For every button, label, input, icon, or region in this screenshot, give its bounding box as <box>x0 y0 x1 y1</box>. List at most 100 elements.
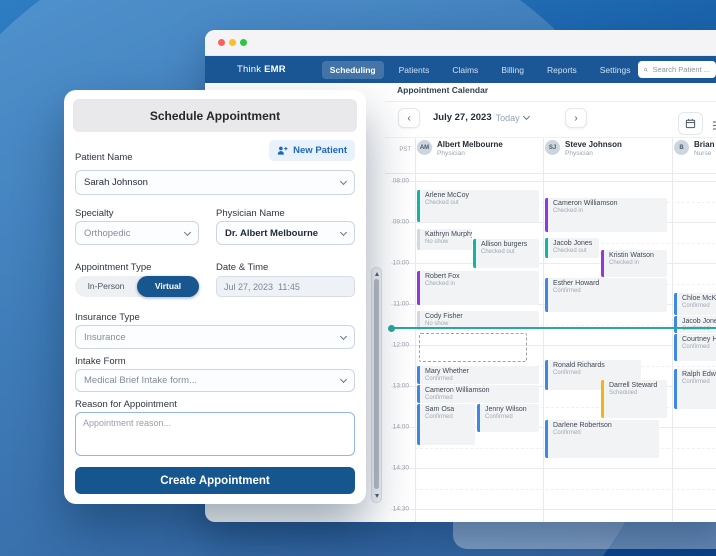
specialty-select[interactable]: Orthopedic <box>75 221 199 245</box>
new-patient-button[interactable]: New Patient <box>269 140 355 161</box>
avatar: SJ <box>545 140 560 155</box>
top-navbar: Think EMR Scheduling Patients Claims Billin… <box>205 56 716 83</box>
avatar: AM <box>417 140 432 155</box>
calendar-grid: 08:00 09:00 10:00 11:00 12:00 13:00 14:00 14:30… <box>385 176 716 522</box>
appointment-patient-name: Kathryn Murphy <box>425 231 472 238</box>
appointment-status: Checked out <box>425 200 459 206</box>
column-name: Albert Melbourne <box>437 140 503 149</box>
scroll-down-icon[interactable] <box>374 494 379 498</box>
appointment-patient-name: Jacob Jones <box>553 240 593 247</box>
scroll-up-icon[interactable] <box>374 272 379 276</box>
appointment-status: Confirmed <box>425 414 453 420</box>
appointment-card[interactable]: Darrell Steward Scheduled <box>601 380 667 418</box>
patient-name-value: Sarah Johnson <box>84 177 148 188</box>
selected-empty-slot[interactable] <box>419 333 527 362</box>
hour-gridline <box>391 181 716 182</box>
today-label: Today <box>495 112 520 123</box>
list-view-button[interactable] <box>712 118 716 136</box>
close-window-icon[interactable] <box>218 39 225 46</box>
date-time-input[interactable]: Jul 27, 2023 11:45 <box>216 276 355 297</box>
appointment-card[interactable]: Esther Howard Confirmed <box>545 278 667 312</box>
appointment-card[interactable]: Darlene Robertson Confirmed <box>545 420 659 458</box>
appointment-status: Checked in <box>609 260 640 266</box>
insurance-select[interactable]: Insurance <box>75 325 355 349</box>
calendar-column-header: B Brian Nurse <box>674 140 714 157</box>
appointment-card[interactable]: Chloe McKinneConfirmed <box>674 293 716 315</box>
time-label: 12:00 <box>392 341 409 349</box>
appointment-card[interactable]: Kristin Watson Checked in <box>601 250 667 277</box>
column-header-text: Brian Nurse <box>694 140 714 157</box>
current-time-line <box>391 327 716 329</box>
appointment-status: Checked out <box>553 248 587 254</box>
appointment-card[interactable]: Jacob JonesConfirmed <box>674 316 716 333</box>
appointment-status: Checked in <box>425 281 456 287</box>
appointment-type-label: Appointment Type <box>75 262 152 273</box>
appointment-patient-name: Cody Fisher <box>425 313 463 320</box>
scrollbar-thumb[interactable] <box>374 279 379 489</box>
appointment-type-option-virtual[interactable]: Virtual <box>137 276 199 297</box>
appointment-card[interactable]: Jenny Wilson Confirmed <box>477 404 539 432</box>
appointment-patient-name: Sam Osa <box>425 406 455 413</box>
date-picker[interactable]: July 27, 2023 Today <box>433 112 530 123</box>
appointment-patient-name: Robert Fox <box>425 273 460 280</box>
patient-search-input[interactable]: Search Patient ... <box>638 61 716 78</box>
date-time-value: Jul 27, 2023 11:45 <box>224 281 300 292</box>
create-appointment-label: Create Appointment <box>160 474 270 487</box>
appointment-card[interactable]: Jacob Jones Checked out <box>545 238 599 258</box>
appointment-type-option-in-person[interactable]: In-Person <box>75 276 137 297</box>
appointment-card[interactable]: Ralph EdwardsConfirmed <box>674 369 716 409</box>
intake-form-select[interactable]: Medical Brief Intake form... <box>75 369 355 392</box>
column-header-text: Albert Melbourne Physician <box>437 140 503 157</box>
vertical-scrollbar[interactable] <box>371 267 382 503</box>
zoom-window-icon[interactable] <box>240 39 247 46</box>
date-time-label: Date & Time <box>216 262 269 273</box>
next-day-button[interactable]: › <box>565 108 587 128</box>
nav-item-billing[interactable]: Billing <box>493 61 532 79</box>
appointment-card[interactable]: Sam Osa Confirmed <box>417 404 475 445</box>
prev-day-button[interactable]: ‹ <box>398 108 420 128</box>
appointment-card[interactable]: Cameron Williamson Confirmed <box>417 385 539 403</box>
search-placeholder: Search Patient ... <box>652 65 710 74</box>
create-appointment-button[interactable]: Create Appointment <box>75 467 355 494</box>
nav-item-reports[interactable]: Reports <box>539 61 585 79</box>
appointment-status: Confirmed <box>553 370 581 376</box>
appointment-card[interactable]: Robert Fox Checked in <box>417 271 539 305</box>
appointment-patient-name: Jacob Jones <box>682 318 716 325</box>
nav-item-scheduling[interactable]: Scheduling <box>321 60 384 79</box>
nav-item-claims[interactable]: Claims <box>444 61 486 79</box>
appointment-card[interactable]: Courtney HenrConfirmed <box>674 334 716 361</box>
hour-gridline <box>391 509 716 510</box>
appointment-status: Checked out <box>481 249 515 255</box>
hour-gridline <box>391 468 716 469</box>
reason-textarea[interactable]: Appointment reason... <box>75 412 355 456</box>
time-label: 14:00 <box>392 423 409 431</box>
minimize-window-icon[interactable] <box>229 39 236 46</box>
chevron-down-icon <box>522 112 530 121</box>
appointment-patient-name: Darrell Steward <box>609 382 658 389</box>
reason-placeholder: Appointment reason... <box>83 418 172 428</box>
patient-name-select[interactable]: Sarah Johnson <box>75 170 355 195</box>
appointment-status: Confirmed <box>425 376 453 382</box>
appointment-patient-name: Mary Whether <box>425 368 469 375</box>
nav-item-patients[interactable]: Patients <box>391 61 438 79</box>
appointment-type-toggle: In-Person Virtual <box>75 276 199 297</box>
specialty-value: Orthopedic <box>84 227 131 239</box>
appointment-card[interactable]: Allison burgers Checked out <box>473 239 539 268</box>
calendar-view-button[interactable] <box>678 112 703 135</box>
half-hour-gridline <box>415 488 716 490</box>
calendar-column-header: SJ Steve Johnson Physician <box>545 140 622 157</box>
appointment-card[interactable]: Cameron Williamson Checked in <box>545 198 667 232</box>
appointment-status: No show <box>425 239 449 245</box>
appointment-card[interactable]: Kathryn Murphy No show <box>417 229 472 250</box>
nav-item-settings[interactable]: Settings <box>592 61 639 79</box>
time-label: 13:00 <box>392 382 409 390</box>
appointment-card[interactable]: Mary Whether Confirmed <box>417 366 539 384</box>
appointment-status: Checked in <box>553 208 584 214</box>
patient-name-label: Patient Name <box>75 152 133 163</box>
search-icon <box>644 67 649 72</box>
physician-name-label: Physician Name <box>216 208 285 219</box>
physician-select[interactable]: Dr. Albert Melbourne <box>216 221 355 245</box>
modal-title: Schedule Appointment <box>73 99 357 132</box>
appointment-patient-name: Darlene Robertson <box>553 422 612 429</box>
appointment-card[interactable]: Arlene McCoy Checked out <box>417 190 539 222</box>
